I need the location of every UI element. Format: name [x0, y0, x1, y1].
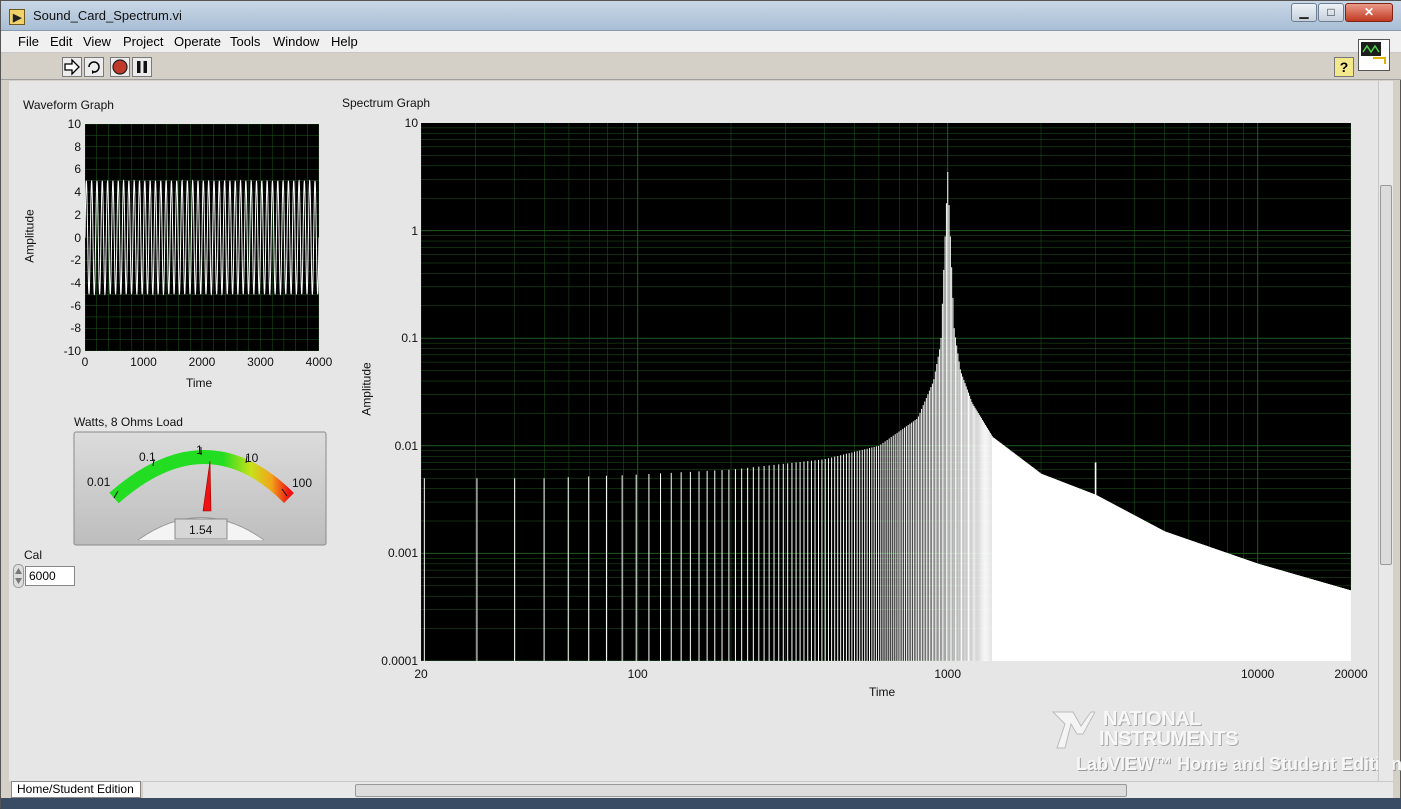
meter-scale-3: 10	[245, 451, 259, 465]
menu-help[interactable]: Help	[331, 34, 358, 49]
waveform-y-tick: -8	[70, 321, 81, 336]
waveform-y-tick: 0	[74, 230, 81, 245]
waveform-y-axis-label: Amplitude	[22, 209, 37, 263]
waveform-y-tick: -6	[70, 298, 81, 313]
menu-view[interactable]: View	[83, 34, 111, 49]
spectrum-y-tick: 10	[404, 116, 418, 130]
front-panel: Waveform Graph Amplitude Time 10 8 6 4 2 0 -2-…	[9, 81, 1379, 781]
horizontal-scrollbar[interactable]	[143, 781, 1393, 798]
spectrum-y-tick: 0.01	[394, 438, 418, 453]
spectrum-x-tick: 1000	[934, 667, 962, 681]
cal-numeric-input[interactable]: 6000	[25, 566, 75, 586]
cal-increment-decrement-arrows[interactable]	[13, 564, 24, 588]
toolbar: ?	[1, 53, 1401, 80]
waveform-x-tick: 3000	[247, 355, 274, 369]
national-instruments-logo: NATIONAL INSTRUMENTS LabVIEW™ Home and S…	[1051, 706, 1401, 778]
waveform-x-tick: 1000	[130, 355, 157, 369]
spectrum-graph-label: Spectrum Graph	[342, 96, 431, 110]
menu-project[interactable]: Project	[123, 34, 163, 49]
meter-scale-0: 0.01	[87, 475, 111, 489]
run-arrow-icon[interactable]	[62, 57, 82, 77]
abort-stop-icon[interactable]	[110, 57, 130, 77]
waveform-y-tick: 4	[74, 185, 81, 200]
waveform-y-tick: 6	[74, 162, 81, 177]
close-button[interactable]: ✕	[1345, 3, 1393, 22]
spectrum-x-tick: 100	[627, 667, 648, 681]
window-title: Sound_Card_Spectrum.vi	[33, 8, 182, 23]
meter-scale-4: 100	[292, 476, 313, 490]
spectrum-x-axis-label: Time	[869, 685, 896, 699]
meter-label: Watts, 8 Ohms Load	[74, 415, 183, 429]
ni-eagle-logo-mark	[1051, 711, 1095, 749]
spectrum-y-tick: 0.0001	[381, 654, 418, 668]
edition-tab[interactable]: Home/Student Edition	[11, 781, 141, 798]
vi-icon: ▶	[9, 9, 25, 25]
meter-digital-display: 1.54	[189, 523, 213, 537]
waveform-x-tick: 0	[81, 355, 89, 369]
connector-pane-icon[interactable]	[1358, 39, 1390, 71]
waveform-y-tick: -10	[63, 344, 81, 358]
menu-edit[interactable]: Edit	[50, 34, 72, 49]
waveform-graph-label: Waveform Graph	[23, 98, 114, 112]
waveform-y-tick: -4	[70, 275, 81, 290]
spectrum-y-axis-label: Amplitude	[359, 362, 374, 416]
vertical-scrollbar[interactable]	[1378, 81, 1393, 781]
waveform-x-tick: 2000	[188, 355, 216, 369]
horizontal-scroll-thumb[interactable]	[355, 784, 1127, 797]
cal-label: Cal	[24, 548, 43, 562]
waveform-y-tick: 8	[74, 139, 81, 154]
vertical-scroll-thumb[interactable]	[1380, 185, 1392, 565]
waveform-plot-area[interactable]	[85, 124, 319, 351]
minimize-button[interactable]: ▁	[1291, 3, 1317, 22]
menu-bar: File Edit View Project Operate Tools Win…	[1, 31, 1401, 53]
spectrum-plot-area[interactable]	[421, 123, 1351, 661]
title-bar[interactable]: ▶ Sound_Card_Spectrum.vi ▁ □ ✕	[1, 1, 1401, 31]
labview-edition-watermark: LabVIEW™ Home and Student Edition	[1076, 754, 1401, 774]
spectrum-y-tick: 0.1	[401, 331, 418, 346]
menu-window[interactable]: Window	[273, 34, 319, 49]
run-continuously-icon[interactable]	[84, 57, 104, 77]
menu-operate[interactable]: Operate	[174, 34, 221, 49]
waveform-y-tick: 10	[67, 117, 81, 131]
spectrum-x-tick: 20	[414, 667, 428, 681]
waveform-x-tick: 4000	[305, 355, 333, 369]
menu-tools[interactable]: Tools	[230, 34, 260, 49]
spectrum-x-tick: 10000	[1240, 667, 1275, 681]
context-help-icon[interactable]: ?	[1334, 57, 1354, 77]
spectrum-y-tick: 1	[411, 223, 418, 238]
meter-scale-1: 0.1	[139, 450, 156, 464]
meter-scale-2: 1	[196, 443, 203, 457]
waveform-y-tick: -2	[70, 253, 81, 268]
pause-icon[interactable]	[132, 57, 152, 77]
menu-file[interactable]: File	[18, 34, 39, 49]
ni-logo-line2: INSTRUMENTS	[1099, 728, 1238, 750]
waveform-x-axis-label: Time	[186, 376, 213, 390]
spectrum-y-tick: 0.001	[387, 546, 418, 561]
spectrum-x-tick: 20000	[1334, 667, 1368, 681]
maximize-button[interactable]: □	[1318, 3, 1344, 22]
labview-window: ▶ Sound_Card_Spectrum.vi ▁ □ ✕ File Edit…	[0, 0, 1401, 809]
waveform-y-tick: 2	[74, 207, 81, 222]
taskbar-strip	[1, 798, 1401, 809]
